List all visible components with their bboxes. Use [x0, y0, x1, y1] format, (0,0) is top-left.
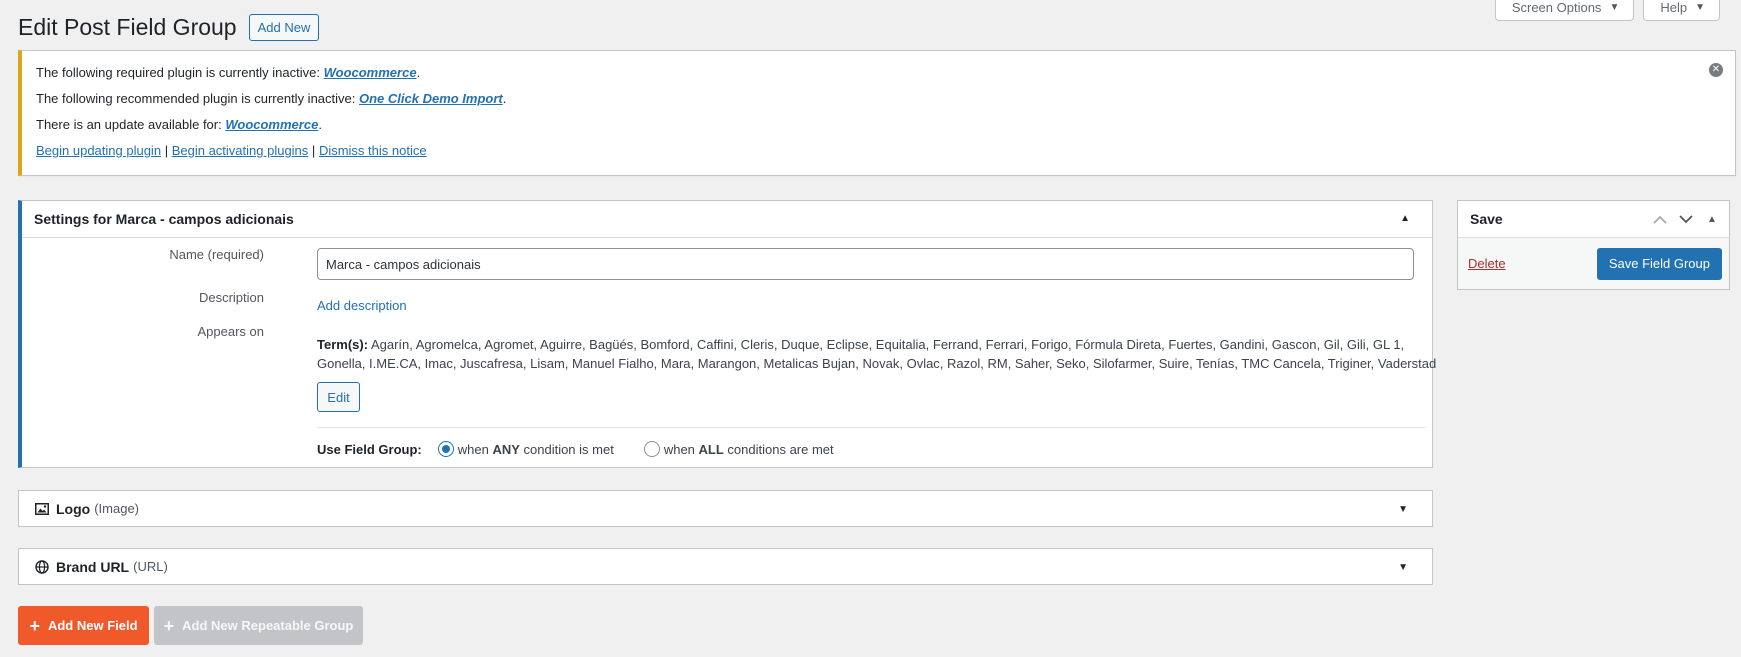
globe-icon [34, 559, 50, 575]
one-click-demo-import-link[interactable]: One Click Demo Import [359, 91, 503, 106]
begin-updating-plugin-link[interactable]: Begin updating plugin [36, 143, 161, 158]
notice-text: The following required plugin is current… [36, 65, 324, 80]
begin-activating-plugins-link[interactable]: Begin activating plugins [172, 143, 309, 158]
radio-all-conditions[interactable]: when ALL conditions are met [643, 441, 834, 457]
field-name: Brand URL [56, 558, 130, 575]
screen-options-button[interactable]: Screen Options ▼ [1494, 0, 1635, 21]
notice-text: There is an update available for: [36, 117, 226, 132]
add-new-field-label: Add New Field [47, 618, 138, 633]
notice-line-recommended: The following recommended plugin is curr… [36, 91, 507, 106]
terms-value: Agarín, Agromelca, Agromet, Aguirre, Bag… [317, 337, 1437, 371]
field-type: (URL) [133, 559, 168, 574]
field-name: Logo [56, 500, 91, 517]
dismiss-notice-link[interactable]: Dismiss this notice [319, 143, 427, 158]
notice-line-required: The following required plugin is current… [36, 65, 421, 80]
chevron-up-icon[interactable] [1651, 209, 1669, 229]
add-description-link[interactable]: Add description [317, 298, 407, 313]
add-new-repeatable-group-label: Add New Repeatable Group [182, 618, 354, 633]
plus-icon: + [163, 615, 175, 636]
radio-all-label: when ALL conditions are met [663, 441, 834, 457]
caret-up-icon[interactable]: ▲ [1400, 213, 1410, 224]
page-header: Edit Post Field Group Add New [18, 12, 320, 42]
radio-any-label: when ANY condition is met [457, 441, 614, 457]
caret-down-icon[interactable]: ▼ [1398, 562, 1408, 573]
radio-button-checked[interactable] [437, 441, 454, 457]
add-new-repeatable-group-button[interactable]: + Add New Repeatable Group [154, 606, 363, 645]
screen-options-label: Screen Options [1511, 0, 1602, 15]
edit-terms-button[interactable]: Edit [317, 382, 360, 412]
help-button[interactable]: Help ▼ [1643, 0, 1720, 21]
name-label: Name (required) [169, 247, 264, 262]
notice-line-update: There is an update available for: Woocom… [36, 117, 322, 132]
field-type: (Image) [94, 501, 140, 516]
field-row-logo[interactable]: Logo (Image) ▼ [18, 490, 1433, 527]
terms-list: Term(s): Agarín, Agromelca, Agromet, Agu… [317, 335, 1437, 373]
save-box: Save ▲ Delete Save Field Group [1457, 200, 1730, 290]
screen-meta-tabs: Screen Options ▼ Help ▼ [1494, 0, 1720, 21]
woocommerce-link[interactable]: Woocommerce [324, 65, 417, 80]
image-icon [34, 501, 50, 517]
close-icon[interactable]: ✕ [1709, 63, 1723, 77]
plugin-notice: The following required plugin is current… [18, 50, 1736, 176]
page-title: Edit Post Field Group [18, 14, 237, 40]
use-field-group-row: Use Field Group: when ANY condition is m… [317, 441, 864, 457]
appears-on-label: Appears on [197, 324, 265, 339]
notice-text: The following recommended plugin is curr… [36, 91, 359, 106]
help-label: Help [1660, 0, 1688, 15]
name-field[interactable] [317, 248, 1414, 280]
settings-panel-title: Settings for Marca - campos adicionais [34, 211, 294, 227]
add-new-button[interactable]: Add New [248, 13, 320, 41]
save-box-controls: ▲ [1651, 209, 1721, 229]
caret-down-icon[interactable]: ▼ [1398, 504, 1408, 515]
separator: | [164, 143, 169, 158]
chevron-down-icon[interactable] [1677, 209, 1695, 229]
description-label: Description [198, 290, 264, 305]
save-box-header: Save ▲ [1458, 201, 1729, 238]
radio-button[interactable] [643, 441, 660, 457]
save-box-body: Delete Save Field Group [1458, 238, 1729, 289]
caret-up-icon[interactable]: ▲ [1703, 209, 1721, 229]
save-box-title: Save [1470, 211, 1503, 227]
separator: | [311, 143, 316, 158]
use-field-group-label: Use Field Group: [317, 441, 422, 457]
field-row-brand-url[interactable]: Brand URL (URL) ▼ [18, 548, 1433, 585]
terms-label: Term(s): [317, 337, 369, 352]
plus-icon: + [29, 615, 40, 636]
add-new-field-button[interactable]: + Add New Field [18, 606, 149, 645]
radio-any-condition[interactable]: when ANY condition is met [437, 441, 614, 457]
caret-down-icon: ▼ [1695, 2, 1705, 13]
caret-down-icon: ▼ [1609, 2, 1620, 13]
woocommerce-update-link[interactable]: Woocommerce [225, 117, 318, 132]
notice-actions: Begin updating plugin | Begin activating… [36, 143, 1735, 160]
settings-panel: Settings for Marca - campos adicionais ▲… [18, 200, 1436, 468]
save-field-group-button[interactable]: Save Field Group [1596, 247, 1722, 280]
divider [317, 427, 1426, 428]
settings-panel-header[interactable]: Settings for Marca - campos adicionais ▲ [22, 201, 1432, 238]
delete-link[interactable]: Delete [1468, 256, 1506, 271]
